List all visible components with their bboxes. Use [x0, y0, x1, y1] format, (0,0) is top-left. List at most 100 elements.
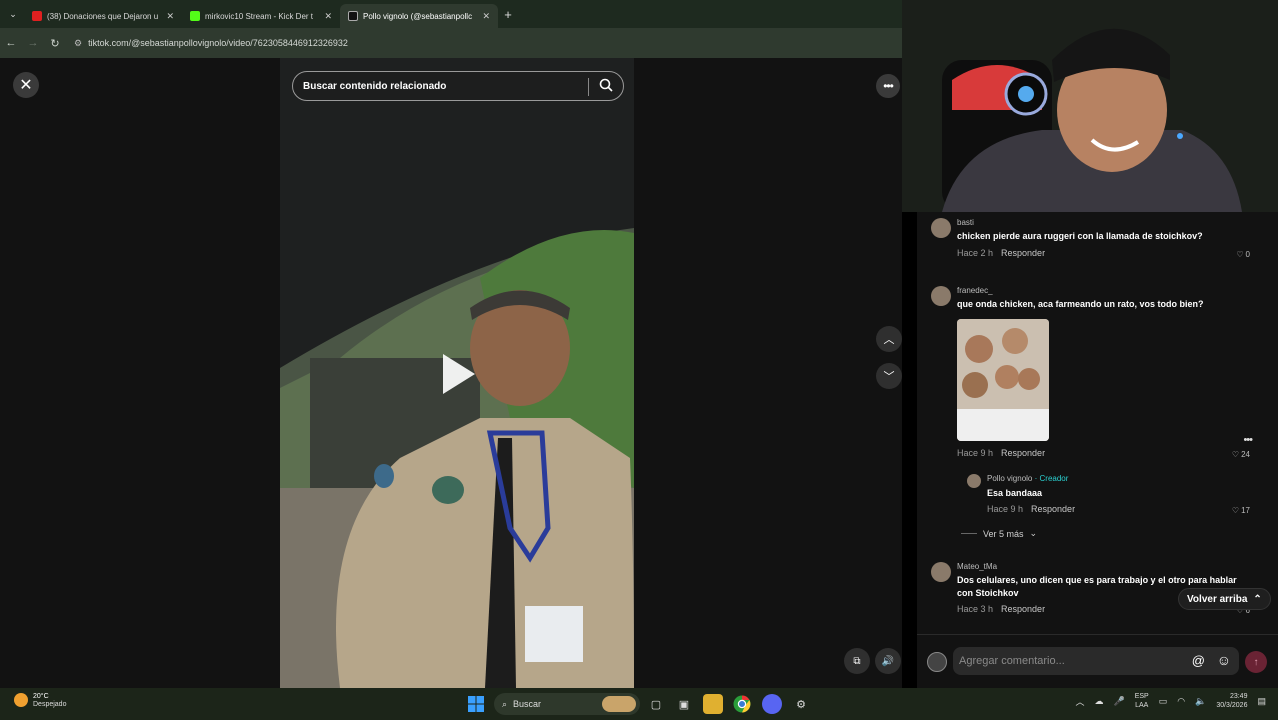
monitor-icon[interactable]: ▭ — [1159, 696, 1168, 707]
reply-text: Esa bandaaa — [987, 488, 1043, 498]
creator-badge: · Creador — [1034, 474, 1069, 483]
comment-time: Hace 9 h — [957, 448, 994, 458]
close-button[interactable]: ✕ — [13, 72, 39, 98]
play-icon[interactable] — [443, 354, 475, 394]
picture-in-picture-button[interactable]: ⧉ — [844, 648, 870, 674]
back-icon[interactable]: ← — [0, 37, 22, 49]
close-icon: ✕ — [19, 77, 33, 94]
back-to-top-button[interactable]: Volver arriba ⌃ — [1178, 588, 1271, 610]
system-tray: ︿ ☁ 🎤 ESP LAA ▭ ◠ 🔈 23:49 30/3/2026 ▤ — [1075, 692, 1266, 710]
comments-panel: basti chicken pierde aura ruggeri con la… — [917, 212, 1278, 634]
like-button[interactable]: ♡ 17 — [1232, 506, 1250, 515]
discord-icon[interactable] — [762, 694, 782, 714]
tab-label: Pollo vignolo (@sebastianpollc — [363, 11, 473, 21]
chevron-up-icon[interactable]: ︿ — [1075, 695, 1084, 708]
webcam-image — [902, 0, 1278, 212]
comment-user[interactable]: franedec_ — [957, 286, 993, 295]
tab-label: mirkovic10 Stream - Kick Der t — [205, 11, 314, 21]
previous-video-button[interactable]: ︿ — [876, 326, 902, 352]
weather-icon — [14, 693, 28, 707]
language-code: ESP — [1134, 693, 1149, 700]
close-tab-icon[interactable]: ✕ — [166, 11, 174, 22]
reply-button[interactable]: Responder — [1001, 604, 1045, 614]
reply-user[interactable]: Pollo vignolo · Creador — [987, 474, 1068, 483]
avatar[interactable] — [931, 562, 951, 582]
forward-icon[interactable]: → — [22, 37, 44, 49]
store-icon[interactable]: ▣ — [674, 694, 694, 714]
search-icon: ⌕ — [502, 698, 508, 709]
volume-icon: 🔊 — [881, 655, 895, 667]
site-info-icon[interactable]: ⚙ — [74, 38, 82, 49]
new-tab-button[interactable]: + — [498, 7, 518, 22]
microphone-icon[interactable]: 🎤 — [1114, 696, 1125, 707]
reply-username: Pollo vignolo — [987, 474, 1033, 483]
search-placeholder: Buscar contenido relacionado — [303, 80, 447, 92]
avatar[interactable] — [931, 286, 951, 306]
reply-button[interactable]: Responder — [1001, 248, 1045, 258]
back-to-top-label: Volver arriba — [1187, 593, 1248, 605]
avatar[interactable] — [931, 218, 951, 238]
comment-time: Hace 2 h — [957, 248, 994, 258]
comment-photo[interactable] — [957, 319, 1049, 441]
notification-icon[interactable]: ▤ — [1257, 696, 1266, 707]
weather-widget[interactable]: 20°C Despejado — [14, 692, 66, 708]
comment-text: que onda chicken, aca farmeando un rato,… — [957, 299, 1204, 309]
volume-button[interactable]: 🔊 — [875, 648, 901, 674]
close-tab-icon[interactable]: ✕ — [324, 11, 332, 22]
reload-icon[interactable]: ↻ — [44, 37, 66, 50]
send-button[interactable]: ↑ — [1245, 651, 1267, 673]
url-text: tiktok.com/@sebastianpollovignolo/video/… — [88, 38, 348, 48]
reply-button[interactable]: Responder — [1031, 504, 1075, 514]
wifi-icon[interactable]: ◠ — [1177, 696, 1185, 707]
tab-label: (38) Donaciones que Dejaron u — [47, 11, 159, 21]
video-viewer: ✕ Buscar contenido relacionado ••• ︿ ﹀ ⧉… — [0, 58, 902, 688]
view-more-replies-button[interactable]: Ver 5 más ⌄ — [961, 528, 1037, 539]
comment-user[interactable]: Mateo_tMa — [957, 562, 997, 571]
mention-icon[interactable]: @ — [1192, 653, 1205, 668]
reply-meta: Hace 9 h Responder — [987, 504, 1075, 514]
youtube-icon — [32, 11, 42, 21]
windows-logo — [468, 696, 484, 712]
tab-youtube[interactable]: (38) Donaciones que Dejaron u ✕ — [24, 4, 182, 28]
chevron-down-icon: ⌄ — [1029, 528, 1038, 538]
arrow-up-icon: ↑ — [1253, 656, 1259, 668]
next-video-button[interactable]: ﹀ — [876, 363, 902, 389]
file-explorer-icon[interactable] — [703, 694, 723, 714]
more-options-icon[interactable]: ••• — [876, 74, 900, 98]
windows-start-icon[interactable] — [466, 694, 486, 714]
url-field[interactable]: ⚙ tiktok.com/@sebastianpollovignolo/vide… — [74, 38, 348, 49]
avatar[interactable] — [967, 474, 981, 488]
clock-date: 30/3/2026 — [1216, 702, 1248, 709]
settings-icon[interactable]: ⚙ — [791, 694, 811, 714]
clock[interactable]: 23:49 30/3/2026 — [1216, 692, 1247, 710]
avatar — [927, 652, 947, 672]
double-chevron-up-icon: ⌃ — [1253, 593, 1262, 605]
language-indicator[interactable]: ESP LAA — [1135, 692, 1149, 710]
heart-icon: ♡ — [1236, 250, 1244, 259]
speaker-icon[interactable]: 🔈 — [1195, 696, 1206, 707]
chrome-logo — [733, 695, 751, 713]
chrome-icon[interactable] — [732, 694, 752, 714]
comment-user[interactable]: basti — [957, 218, 974, 227]
video-player[interactable]: Buscar contenido relacionado — [280, 58, 634, 688]
like-count: 0 — [1245, 250, 1250, 259]
more-options-icon[interactable]: ••• — [1243, 434, 1253, 446]
search-icon[interactable] — [599, 78, 613, 92]
chevron-up-icon: ︿ — [883, 334, 895, 346]
like-button[interactable]: ♡ 24 — [1232, 450, 1250, 459]
webcam-overlay — [902, 0, 1278, 212]
reply-button[interactable]: Responder — [1001, 448, 1045, 458]
tab-search-icon[interactable]: ⌄ — [2, 3, 24, 25]
emoji-icon[interactable]: ☺ — [1217, 652, 1231, 668]
cloud-icon[interactable]: ☁ — [1095, 696, 1104, 707]
weather-condition: Despejado — [33, 701, 67, 708]
like-button[interactable]: ♡ 0 — [1236, 250, 1250, 259]
comment-input[interactable]: Agregar comentario... @ ☺ — [953, 647, 1239, 675]
taskbar-search[interactable]: ⌕ Buscar — [494, 693, 640, 715]
task-view-icon[interactable]: ▢ — [646, 694, 666, 714]
tab-tiktok[interactable]: Pollo vignolo (@sebastianpollc ✕ — [340, 4, 498, 28]
related-search-input[interactable]: Buscar contenido relacionado — [292, 71, 624, 101]
tab-kick[interactable]: mirkovic10 Stream - Kick Der t ✕ — [182, 4, 340, 28]
close-tab-icon[interactable]: ✕ — [482, 11, 490, 22]
kick-icon — [190, 11, 200, 21]
